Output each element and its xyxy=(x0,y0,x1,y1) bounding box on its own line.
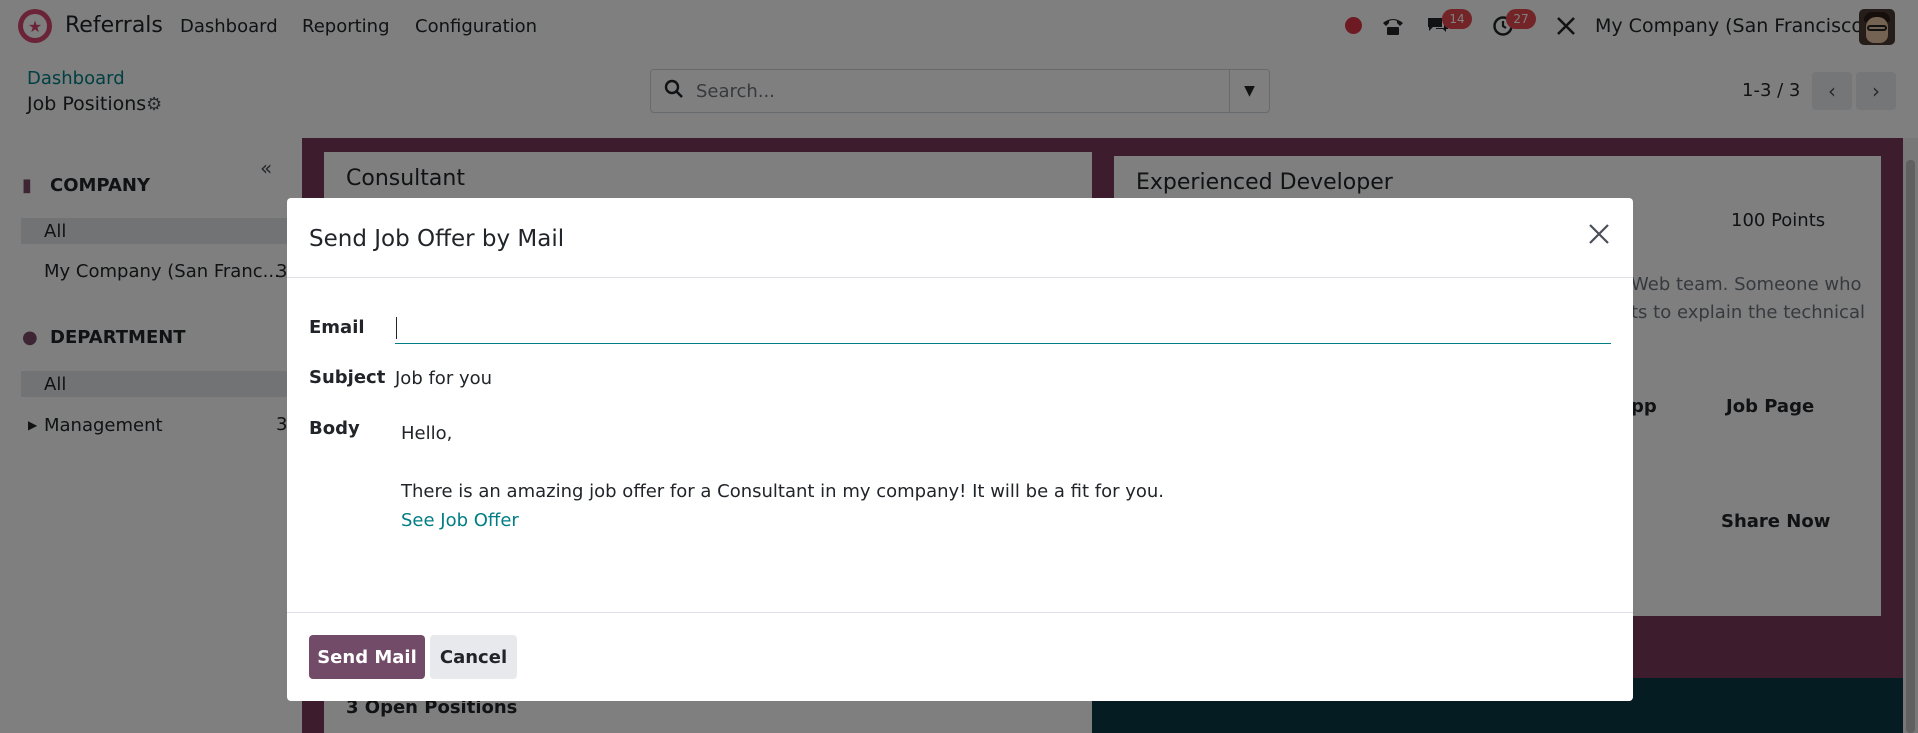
subject-label: Subject xyxy=(309,367,386,388)
cancel-button[interactable]: Cancel xyxy=(430,635,517,679)
subject-field[interactable]: Job for you xyxy=(395,368,492,389)
send-job-offer-dialog: Send Job Offer by Mail Email Subject Bod… xyxy=(287,198,1633,701)
dialog-header: Send Job Offer by Mail xyxy=(287,198,1633,278)
body-greeting[interactable]: Hello, xyxy=(401,423,452,444)
email-label: Email xyxy=(309,317,365,338)
body-paragraph[interactable]: There is an amazing job offer for a Cons… xyxy=(401,481,1164,502)
dialog-footer: Send Mail Cancel xyxy=(287,612,1633,701)
body-label: Body xyxy=(309,418,360,439)
email-field[interactable] xyxy=(395,314,1611,344)
send-mail-button[interactable]: Send Mail xyxy=(309,635,425,679)
close-icon[interactable] xyxy=(1587,222,1611,252)
text-caret xyxy=(396,317,397,339)
see-job-offer-link[interactable]: See Job Offer xyxy=(401,510,519,531)
dialog-title: Send Job Offer by Mail xyxy=(309,226,565,252)
